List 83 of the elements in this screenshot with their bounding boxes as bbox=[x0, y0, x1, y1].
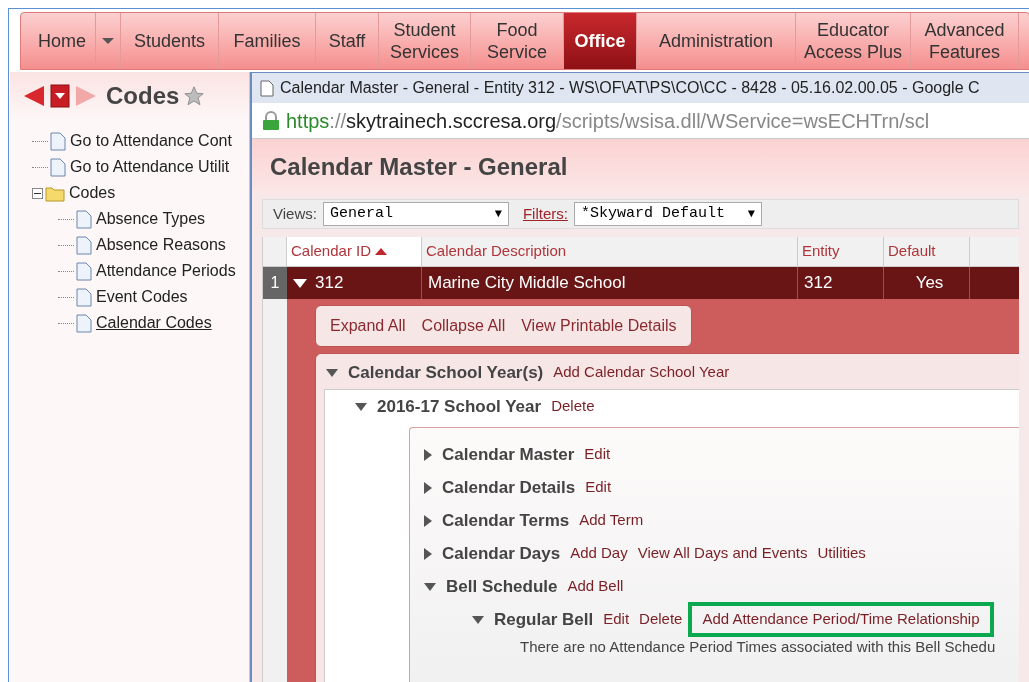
table-cell-text: 312 bbox=[804, 272, 833, 295]
page-icon bbox=[76, 313, 92, 333]
tree-item[interactable]: Go to Attendance Utilit bbox=[70, 155, 230, 179]
column-header[interactable]: Calendar ID bbox=[287, 237, 422, 266]
sort-icon[interactable] bbox=[375, 248, 388, 255]
tree-item[interactable]: Attendance Periods bbox=[96, 259, 236, 283]
section-title: Calendar Terms bbox=[442, 509, 570, 532]
tree-item[interactable]: Calendar Codes bbox=[96, 311, 212, 335]
nav-tab[interactable]: Administration bbox=[637, 13, 796, 69]
action-link[interactable]: Delete bbox=[639, 608, 683, 631]
expand-icon[interactable] bbox=[355, 402, 367, 411]
expand-icon[interactable] bbox=[424, 582, 436, 591]
expand-icon[interactable] bbox=[424, 481, 432, 494]
views-dropdown[interactable]: General ▼ bbox=[322, 202, 509, 226]
page-icon bbox=[76, 287, 92, 307]
action-link[interactable]: Delete bbox=[551, 395, 595, 418]
star-icon[interactable] bbox=[183, 85, 206, 107]
tree-item[interactable]: Codes bbox=[69, 181, 116, 205]
tree-item[interactable]: Absence Types bbox=[96, 207, 206, 231]
section-title: Calendar Days bbox=[442, 542, 561, 565]
action-link[interactable]: Utilities bbox=[817, 542, 866, 565]
views-label: Views: bbox=[273, 203, 317, 224]
back-arrow-icon[interactable] bbox=[22, 84, 46, 108]
nav-tab[interactable]: Student Services bbox=[379, 13, 471, 69]
section-title: Calendar School Year(s) bbox=[348, 361, 544, 384]
tree-item[interactable]: Absence Reasons bbox=[96, 233, 226, 257]
window-title: Calendar Master - General - Entity 312 - WS\OF\AT\PS\CO\CC - 8428 - 05.16.02.00.05 - Google C bbox=[280, 78, 980, 98]
nav-tab[interactable]: Educator Access Plus bbox=[796, 13, 911, 69]
collapse-icon[interactable] bbox=[32, 187, 43, 199]
page-icon bbox=[50, 131, 66, 151]
lock-icon bbox=[262, 110, 280, 131]
caret-icon bbox=[102, 38, 114, 44]
nav-tab[interactable]: Families bbox=[219, 13, 316, 69]
column-header[interactable]: Calendar Description bbox=[422, 237, 798, 266]
expand-icon[interactable] bbox=[472, 615, 484, 624]
action-link[interactable]: Add Term bbox=[579, 509, 644, 532]
page-icon bbox=[260, 79, 274, 97]
expand-icon[interactable] bbox=[424, 448, 432, 461]
section-title: 2016-17 School Year bbox=[377, 395, 542, 418]
section-title: Calendar Details bbox=[442, 476, 576, 499]
action-link[interactable]: View All Days and Events bbox=[637, 542, 808, 565]
info-message: There are no Attendance Period Times associated with this Bell Schedu bbox=[519, 637, 997, 657]
nav-tab[interactable]: Advanced Features bbox=[911, 13, 1019, 69]
toolbar-link[interactable]: Expand All bbox=[330, 314, 406, 338]
nav-tab[interactable]: Students bbox=[121, 13, 219, 69]
nav-tab[interactable]: Office bbox=[564, 13, 637, 69]
action-link[interactable]: Edit bbox=[603, 608, 630, 631]
filters-dropdown[interactable]: *Skyward Default ▼ bbox=[573, 202, 762, 226]
toolbar-link[interactable]: View Printable Details bbox=[521, 314, 677, 338]
nav-tab[interactable]: Home bbox=[29, 13, 96, 69]
page-icon bbox=[76, 209, 92, 229]
toolbar-link[interactable]: Collapse All bbox=[421, 314, 506, 338]
table-cell-text: Yes bbox=[915, 272, 944, 295]
selected-row[interactable]: 312 Marine City Middle School 312 Yes bbox=[287, 267, 1019, 299]
expand-icon[interactable] bbox=[424, 547, 432, 560]
action-link[interactable]: Edit bbox=[584, 443, 611, 466]
page-icon bbox=[76, 235, 92, 255]
page-icon bbox=[50, 157, 66, 177]
folder-icon bbox=[45, 184, 65, 202]
action-link[interactable]: Add Bell bbox=[567, 575, 624, 598]
column-header[interactable]: Entity bbox=[798, 237, 884, 266]
table-cell-text: 312 bbox=[315, 272, 344, 295]
dropdown-icon[interactable] bbox=[50, 84, 70, 108]
tree-item[interactable]: Go to Attendance Cont bbox=[70, 129, 232, 153]
row-number: 1 bbox=[263, 267, 287, 299]
action-link[interactable]: Edit bbox=[585, 476, 612, 499]
panel-title: Codes bbox=[106, 81, 180, 111]
expand-icon[interactable] bbox=[424, 514, 432, 527]
section-title: Regular Bell bbox=[494, 608, 594, 631]
action-link[interactable]: Add Attendance Period/Time Relationship bbox=[688, 602, 994, 637]
table-cell-text: Marine City Middle School bbox=[428, 272, 626, 295]
section-title: Calendar Master bbox=[442, 443, 575, 466]
url-field[interactable]: https://skytrainech.sccresa.org/scripts/wsisa.dll/WService=wsECHTrn/scl bbox=[286, 105, 930, 136]
page-icon bbox=[76, 261, 92, 281]
page-title: Calendar Master - General bbox=[270, 152, 568, 182]
tree-item[interactable]: Event Codes bbox=[96, 285, 188, 309]
action-link[interactable]: Add Calendar School Year bbox=[553, 361, 730, 384]
action-link[interactable]: Add Day bbox=[570, 542, 628, 565]
expand-icon[interactable] bbox=[326, 368, 338, 377]
column-header[interactable]: Default bbox=[884, 237, 970, 266]
filters-link[interactable]: Filters: bbox=[522, 202, 568, 226]
section-title: Bell Schedule bbox=[446, 575, 558, 598]
nav-tab[interactable]: Staff bbox=[316, 13, 379, 69]
